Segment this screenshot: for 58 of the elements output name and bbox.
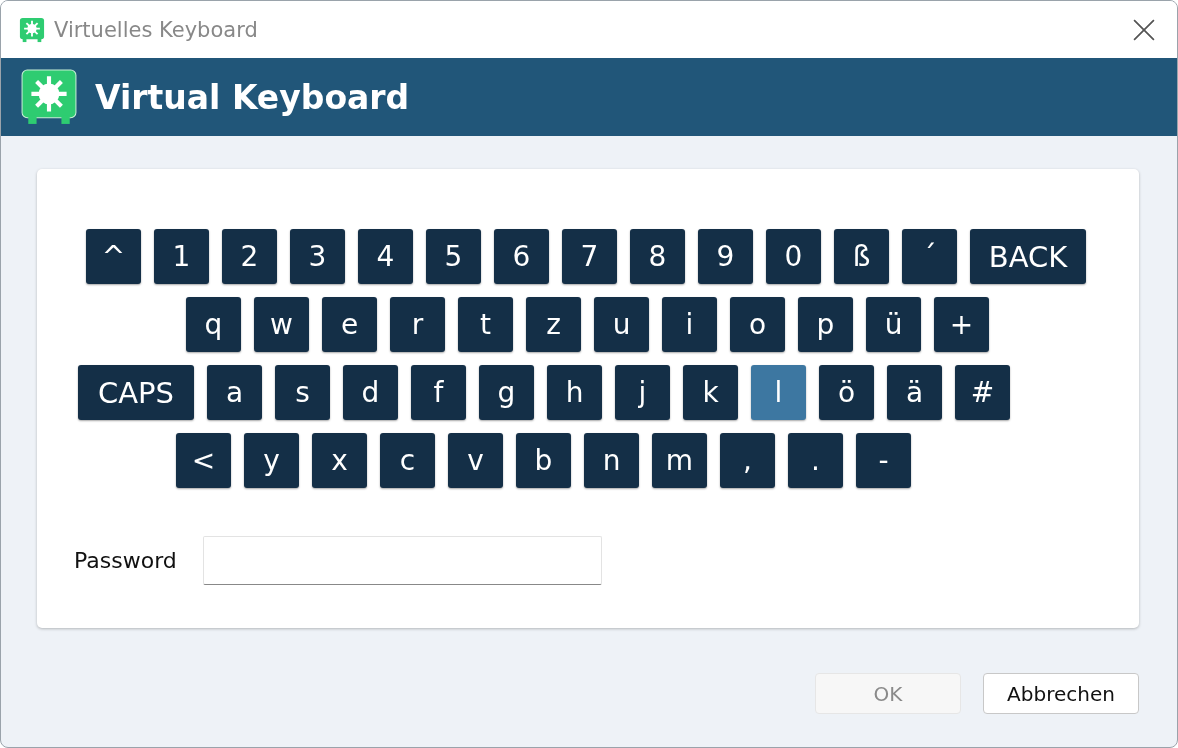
key-button[interactable]: -	[856, 433, 911, 488]
key-button[interactable]: d	[343, 365, 398, 420]
key-button[interactable]: ü	[866, 297, 921, 352]
key-button[interactable]: BACK	[970, 229, 1086, 284]
key-button[interactable]: ,	[720, 433, 775, 488]
key-button[interactable]: q	[186, 297, 241, 352]
key-button[interactable]: ´	[902, 229, 957, 284]
window-title: Virtuelles Keyboard	[54, 17, 259, 42]
key-button[interactable]: u	[594, 297, 649, 352]
key-button[interactable]: g	[479, 365, 534, 420]
key-button[interactable]: 3	[290, 229, 345, 284]
password-label: Password	[74, 548, 178, 573]
key-button[interactable]: <	[176, 433, 231, 488]
key-button[interactable]: k	[683, 365, 738, 420]
key-button[interactable]: #	[955, 365, 1010, 420]
key-button[interactable]: n	[584, 433, 639, 488]
key-button[interactable]: 4	[358, 229, 413, 284]
key-button[interactable]: t	[458, 297, 513, 352]
key-button[interactable]: 6	[494, 229, 549, 284]
key-button[interactable]: ß	[834, 229, 889, 284]
key-button[interactable]: s	[275, 365, 330, 420]
key-button[interactable]: b	[516, 433, 571, 488]
app-icon	[19, 16, 45, 43]
key-button[interactable]: y	[244, 433, 299, 488]
key-button[interactable]: 7	[562, 229, 617, 284]
key-button[interactable]: 2	[222, 229, 277, 284]
key-button[interactable]: 1	[154, 229, 209, 284]
key-button[interactable]: CAPS	[78, 365, 194, 420]
key-button[interactable]: ^	[86, 229, 141, 284]
key-button[interactable]: o	[730, 297, 785, 352]
key-button[interactable]: h	[547, 365, 602, 420]
key-button[interactable]: .	[788, 433, 843, 488]
key-button[interactable]: +	[934, 297, 989, 352]
key-button[interactable]: r	[390, 297, 445, 352]
app-icon	[20, 68, 78, 126]
key-button[interactable]: ä	[887, 365, 942, 420]
close-icon[interactable]	[1133, 18, 1155, 41]
key-button[interactable]: w	[254, 297, 309, 352]
key-button[interactable]: j	[615, 365, 670, 420]
header-title: Virtual Keyboard	[95, 77, 410, 117]
password-field[interactable]	[203, 536, 602, 585]
key-button[interactable]: m	[652, 433, 707, 488]
key-button[interactable]: z	[526, 297, 581, 352]
key-button[interactable]: 5	[426, 229, 481, 284]
key-button[interactable]: p	[798, 297, 853, 352]
key-button[interactable]: a	[207, 365, 262, 420]
cancel-button[interactable]: Abbrechen	[983, 673, 1139, 714]
key-button[interactable]: 0	[766, 229, 821, 284]
key-button[interactable]: 9	[698, 229, 753, 284]
key-button[interactable]: 8	[630, 229, 685, 284]
key-button[interactable]: c	[380, 433, 435, 488]
key-button[interactable]: i	[662, 297, 717, 352]
key-button[interactable]: f	[411, 365, 466, 420]
key-button[interactable]: l	[751, 365, 806, 420]
key-button[interactable]: e	[322, 297, 377, 352]
key-button[interactable]: x	[312, 433, 367, 488]
key-button[interactable]: ö	[819, 365, 874, 420]
key-button[interactable]: v	[448, 433, 503, 488]
